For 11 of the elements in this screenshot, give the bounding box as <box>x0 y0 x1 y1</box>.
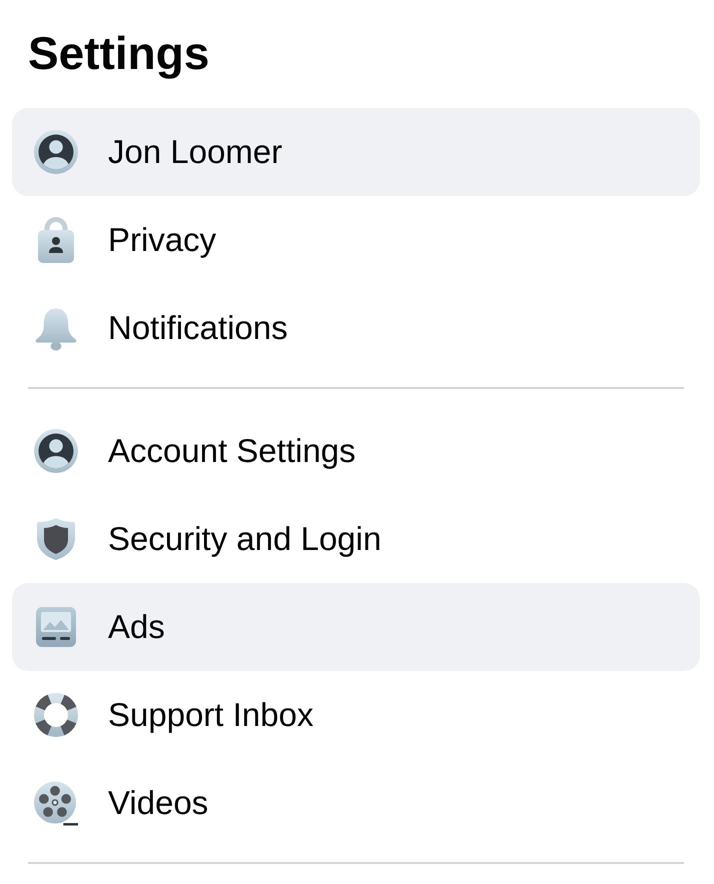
lifebuoy-icon <box>34 693 78 737</box>
lock-icon <box>38 217 74 263</box>
film-reel-icon <box>34 780 78 826</box>
settings-item[interactable]: Ads <box>12 583 700 671</box>
profile-icon <box>34 429 78 473</box>
settings-item[interactable]: Jon Loomer <box>12 108 700 196</box>
image-card-icon <box>36 607 76 647</box>
bell-icon <box>34 306 78 350</box>
profile-icon <box>34 130 78 174</box>
page-title: Settings <box>28 27 210 79</box>
shield-icon <box>37 518 75 560</box>
